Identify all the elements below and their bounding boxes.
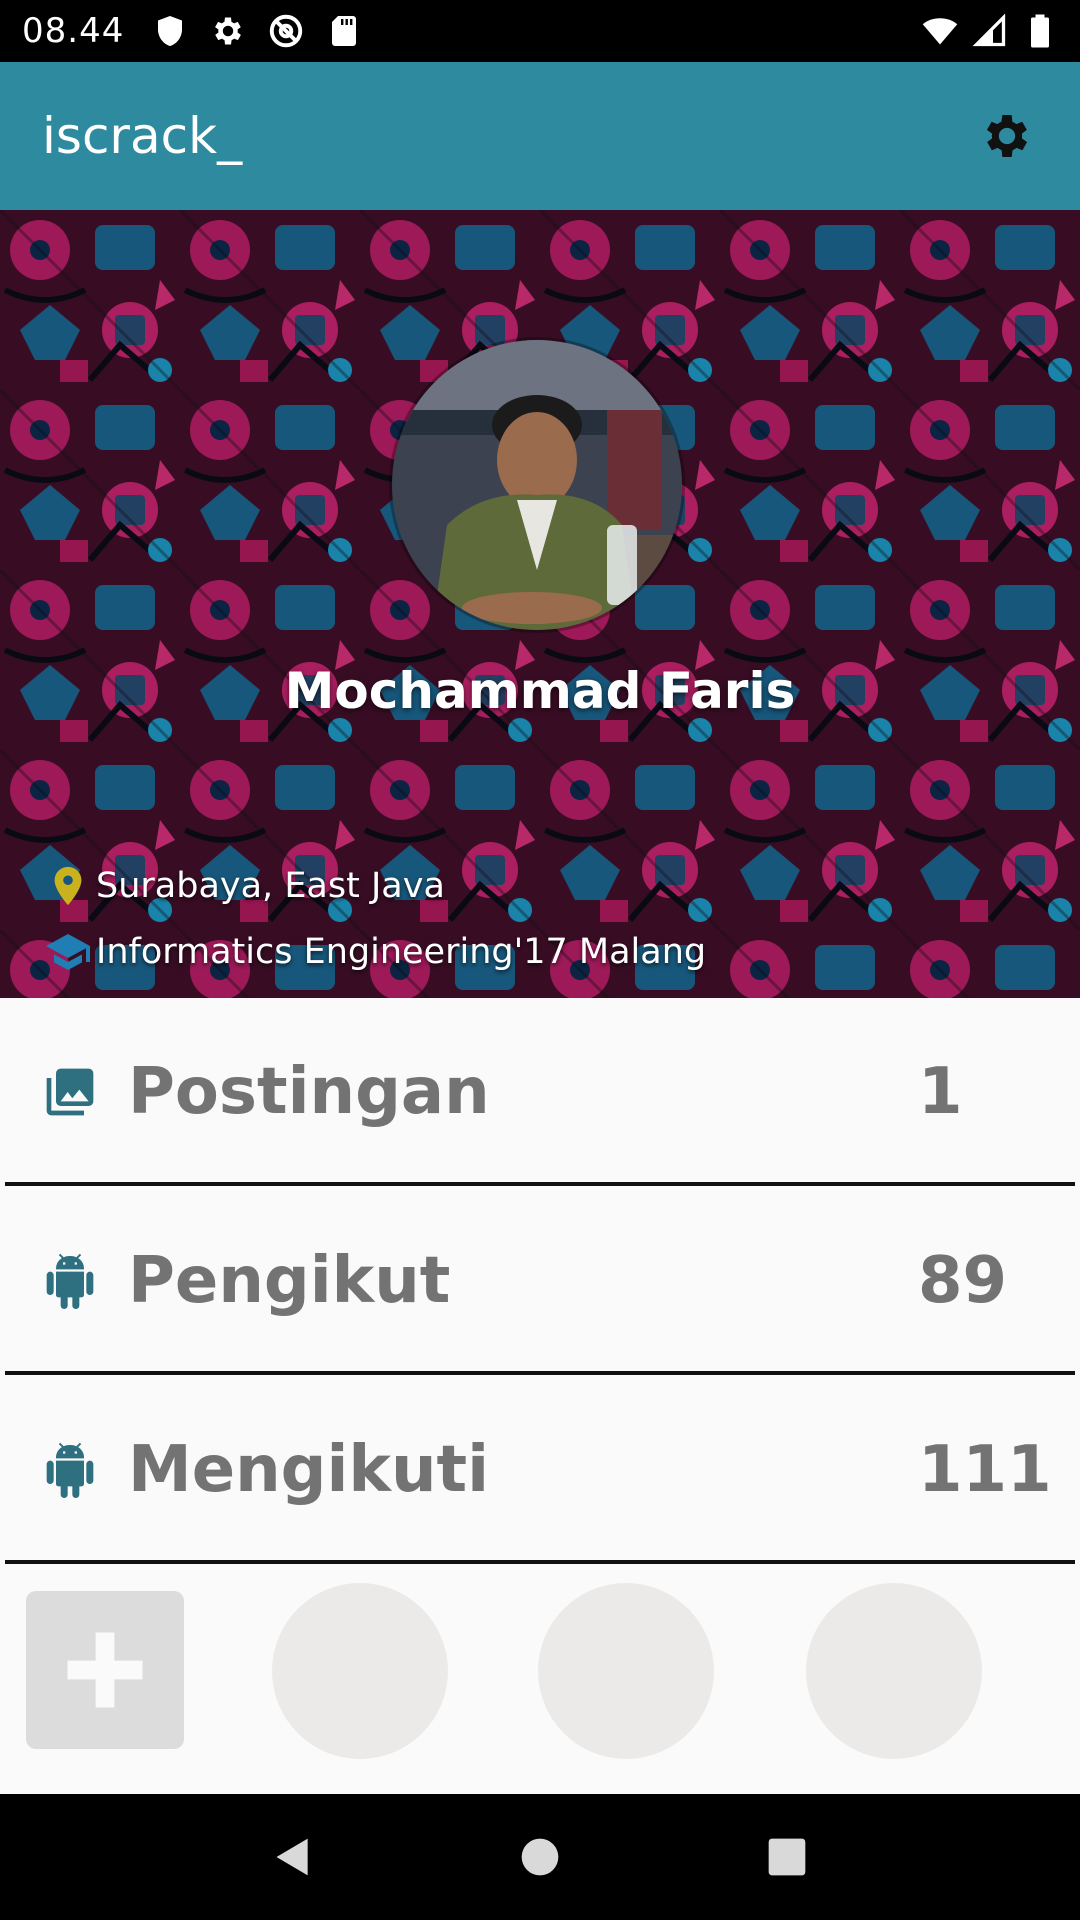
settings-button[interactable] (976, 105, 1038, 167)
system-nav-bar (0, 1794, 1080, 1920)
status-system-icons (922, 13, 1058, 49)
at-sign-icon (270, 14, 303, 48)
home-button[interactable] (510, 1827, 570, 1887)
divider (5, 1560, 1075, 1564)
status-bar: 08.44 (0, 0, 1080, 62)
back-button[interactable] (263, 1827, 323, 1887)
android-icon (42, 1442, 98, 1498)
stat-value: 1 (918, 1055, 963, 1129)
avatar-photo (392, 340, 682, 630)
plus-icon (67, 1632, 143, 1708)
android-icon (42, 1253, 98, 1309)
signal-icon (972, 13, 1006, 47)
location-row: Surabaya, East Java (40, 858, 445, 914)
recents-icon (768, 1838, 805, 1876)
post-thumbnail[interactable] (538, 1583, 714, 1759)
photo-library-icon (42, 1064, 98, 1120)
add-post-button[interactable] (26, 1591, 184, 1749)
profile-avatar[interactable] (392, 340, 682, 630)
stat-row-postingan[interactable]: Postingan 1 (0, 998, 1080, 1186)
gear-icon (986, 115, 1028, 157)
profile-header: Mochammad Faris Surabaya, East Java Info… (0, 210, 1080, 998)
back-icon (276, 1838, 308, 1876)
home-icon (521, 1838, 559, 1876)
education-text: Informatics Engineering'17 Malang (96, 932, 707, 972)
education-row: Informatics Engineering'17 Malang (40, 924, 706, 980)
app-bar: iscrack_ (0, 62, 1080, 210)
graduation-cap-icon (40, 924, 96, 980)
stat-row-mengikuti[interactable]: Mengikuti 111 (0, 1376, 1080, 1564)
post-thumbnail[interactable] (272, 1583, 448, 1759)
profile-screen: 08.44 iscrack_ Mochammad Faris Surabaya,… (0, 0, 1080, 1920)
post-thumbnail[interactable] (806, 1583, 982, 1759)
map-pin-icon (40, 858, 96, 914)
sd-card-icon (332, 16, 357, 46)
divider (5, 1371, 1075, 1375)
gear-icon (215, 17, 242, 45)
wifi-icon (922, 18, 958, 45)
status-time: 08.44 (22, 11, 125, 51)
profile-name: Mochammad Faris (284, 662, 796, 720)
location-text: Surabaya, East Java (96, 866, 445, 906)
stat-value: 89 (918, 1244, 1008, 1318)
battery-icon (1031, 14, 1049, 48)
recents-button[interactable] (757, 1827, 817, 1887)
app-title: iscrack_ (42, 107, 243, 165)
status-notification-icons (152, 13, 362, 49)
stat-value: 111 (918, 1433, 1052, 1507)
stat-row-pengikut[interactable]: Pengikut 89 (0, 1187, 1080, 1375)
divider (5, 1182, 1075, 1186)
shield-icon (158, 16, 183, 46)
